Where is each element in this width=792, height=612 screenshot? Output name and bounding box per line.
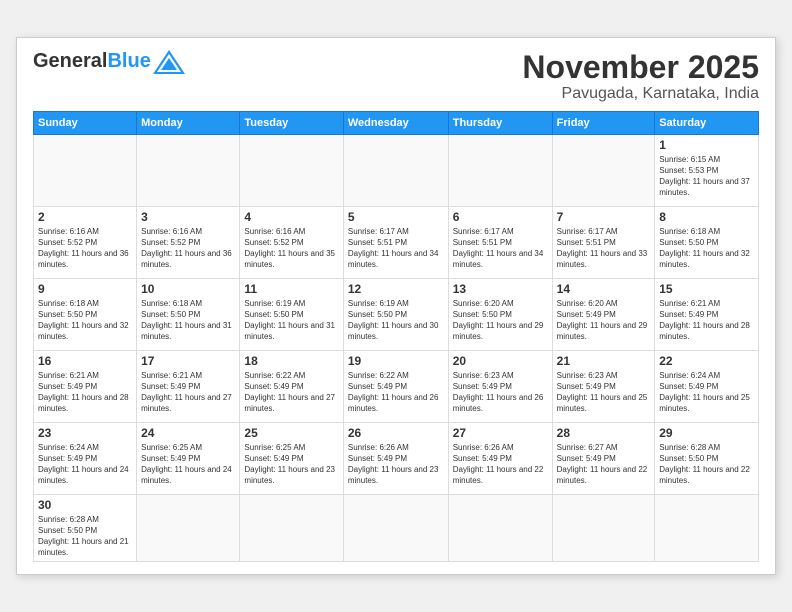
logo-area: General Blue: [33, 50, 185, 74]
day-12: 12 Sunrise: 6:19 AMSunset: 5:50 PMDaylig…: [343, 278, 448, 350]
empty-cell: [552, 494, 655, 562]
week-row-5: 23 Sunrise: 6:24 AMSunset: 5:49 PMDaylig…: [34, 422, 759, 494]
logo-icon: [153, 50, 185, 74]
calendar-container: General Blue November 2025 Pavugada, Kar…: [16, 37, 776, 576]
logo-general: General: [33, 50, 107, 73]
empty-cell: [137, 494, 240, 562]
day-22: 22 Sunrise: 6:24 AMSunset: 5:49 PMDaylig…: [655, 350, 759, 422]
day-10: 10 Sunrise: 6:18 AMSunset: 5:50 PMDaylig…: [137, 278, 240, 350]
empty-cell: [448, 134, 552, 206]
day-20: 20 Sunrise: 6:23 AMSunset: 5:49 PMDaylig…: [448, 350, 552, 422]
month-title: November 2025: [522, 50, 759, 85]
day-19: 19 Sunrise: 6:22 AMSunset: 5:49 PMDaylig…: [343, 350, 448, 422]
day-23: 23 Sunrise: 6:24 AMSunset: 5:49 PMDaylig…: [34, 422, 137, 494]
week-row-6: 30 Sunrise: 6:28 AMSunset: 5:50 PMDaylig…: [34, 494, 759, 562]
title-area: November 2025 Pavugada, Karnataka, India: [522, 50, 759, 103]
header-tuesday: Tuesday: [240, 111, 343, 134]
day-17: 17 Sunrise: 6:21 AMSunset: 5:49 PMDaylig…: [137, 350, 240, 422]
day-4: 4 Sunrise: 6:16 AMSunset: 5:52 PMDayligh…: [240, 206, 343, 278]
week-row-1: 1 Sunrise: 6:15 AM Sunset: 5:53 PM Dayli…: [34, 134, 759, 206]
day-7: 7 Sunrise: 6:17 AMSunset: 5:51 PMDayligh…: [552, 206, 655, 278]
empty-cell: [552, 134, 655, 206]
day-27: 27 Sunrise: 6:26 AMSunset: 5:49 PMDaylig…: [448, 422, 552, 494]
day-26: 26 Sunrise: 6:26 AMSunset: 5:49 PMDaylig…: [343, 422, 448, 494]
week-row-4: 16 Sunrise: 6:21 AMSunset: 5:49 PMDaylig…: [34, 350, 759, 422]
day-30: 30 Sunrise: 6:28 AMSunset: 5:50 PMDaylig…: [34, 494, 137, 562]
day-5: 5 Sunrise: 6:17 AMSunset: 5:51 PMDayligh…: [343, 206, 448, 278]
logo-blue: Blue: [107, 50, 150, 73]
daylight-1: Daylight: 11 hours and 37 minutes.: [659, 177, 750, 197]
weekday-header-row: Sunday Monday Tuesday Wednesday Thursday…: [34, 111, 759, 134]
header-section: General Blue November 2025 Pavugada, Kar…: [33, 50, 759, 103]
empty-cell: [655, 494, 759, 562]
day-6: 6 Sunrise: 6:17 AMSunset: 5:51 PMDayligh…: [448, 206, 552, 278]
empty-cell: [343, 134, 448, 206]
day-25: 25 Sunrise: 6:25 AMSunset: 5:49 PMDaylig…: [240, 422, 343, 494]
day-3: 3 Sunrise: 6:16 AMSunset: 5:52 PMDayligh…: [137, 206, 240, 278]
day-28: 28 Sunrise: 6:27 AMSunset: 5:49 PMDaylig…: [552, 422, 655, 494]
day-1: 1 Sunrise: 6:15 AM Sunset: 5:53 PM Dayli…: [655, 134, 759, 206]
subtitle: Pavugada, Karnataka, India: [522, 85, 759, 103]
day-29: 29 Sunrise: 6:28 AMSunset: 5:50 PMDaylig…: [655, 422, 759, 494]
day-8: 8 Sunrise: 6:18 AMSunset: 5:50 PMDayligh…: [655, 206, 759, 278]
day-info-1: Sunrise: 6:15 AM Sunset: 5:53 PM Dayligh…: [659, 154, 754, 199]
day-2: 2 Sunrise: 6:16 AMSunset: 5:52 PMDayligh…: [34, 206, 137, 278]
sunset-1: Sunset: 5:53 PM: [659, 166, 718, 175]
empty-cell: [240, 494, 343, 562]
week-row-3: 9 Sunrise: 6:18 AMSunset: 5:50 PMDayligh…: [34, 278, 759, 350]
day-18: 18 Sunrise: 6:22 AMSunset: 5:49 PMDaylig…: [240, 350, 343, 422]
empty-cell: [343, 494, 448, 562]
empty-cell: [34, 134, 137, 206]
header-thursday: Thursday: [448, 111, 552, 134]
day-13: 13 Sunrise: 6:20 AMSunset: 5:50 PMDaylig…: [448, 278, 552, 350]
day-24: 24 Sunrise: 6:25 AMSunset: 5:49 PMDaylig…: [137, 422, 240, 494]
header-saturday: Saturday: [655, 111, 759, 134]
empty-cell: [240, 134, 343, 206]
day-14: 14 Sunrise: 6:20 AMSunset: 5:49 PMDaylig…: [552, 278, 655, 350]
day-21: 21 Sunrise: 6:23 AMSunset: 5:49 PMDaylig…: [552, 350, 655, 422]
logo-text: General Blue: [33, 50, 185, 74]
empty-cell: [448, 494, 552, 562]
day-16: 16 Sunrise: 6:21 AMSunset: 5:49 PMDaylig…: [34, 350, 137, 422]
day-11: 11 Sunrise: 6:19 AMSunset: 5:50 PMDaylig…: [240, 278, 343, 350]
empty-cell: [137, 134, 240, 206]
day-15: 15 Sunrise: 6:21 AMSunset: 5:49 PMDaylig…: [655, 278, 759, 350]
header-monday: Monday: [137, 111, 240, 134]
day-number-1: 1: [659, 138, 754, 152]
header-wednesday: Wednesday: [343, 111, 448, 134]
sunrise-1: Sunrise: 6:15 AM: [659, 155, 720, 164]
day-9: 9 Sunrise: 6:18 AMSunset: 5:50 PMDayligh…: [34, 278, 137, 350]
header-friday: Friday: [552, 111, 655, 134]
week-row-2: 2 Sunrise: 6:16 AMSunset: 5:52 PMDayligh…: [34, 206, 759, 278]
calendar-grid: Sunday Monday Tuesday Wednesday Thursday…: [33, 111, 759, 563]
header-sunday: Sunday: [34, 111, 137, 134]
